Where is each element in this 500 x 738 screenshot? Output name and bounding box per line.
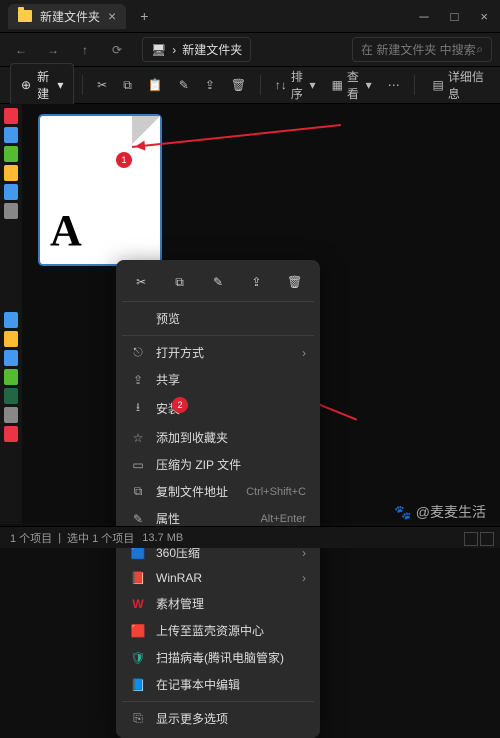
sort-button[interactable]: ↑↓排序▾: [269, 64, 322, 106]
pc-icon: 🖥: [151, 43, 166, 57]
status-selected: 选中 1 个项目: [67, 530, 134, 546]
cut-button[interactable]: ✂: [91, 74, 113, 96]
tab-close-icon[interactable]: ×: [108, 8, 116, 24]
address-bar: ← → ↑ ⟳ 🖥 › 新建文件夹 在 新建文件夹 中搜索 ⌕: [0, 32, 500, 66]
menu-item-share[interactable]: ⇪共享: [122, 366, 314, 393]
menu-item-openwith[interactable]: ⎋打开方式›: [122, 339, 314, 366]
context-quick-actions: ✂ ⧉ ✎ ⇪ 🗑: [122, 266, 314, 298]
annotation-badge-2: 2: [172, 397, 188, 413]
breadcrumb[interactable]: 🖥 › 新建文件夹: [142, 37, 251, 62]
view-mode-buttons[interactable]: [464, 532, 494, 546]
menu-item-copypath[interactable]: ⧉复制文件地址Ctrl+Shift+C: [122, 478, 314, 505]
menu-item-winrar[interactable]: 📕WinRAR›: [122, 566, 314, 590]
page-fold-icon: [132, 116, 160, 144]
copy-button[interactable]: ⧉: [117, 74, 138, 97]
status-items: 1 个项目: [10, 530, 52, 546]
details-button[interactable]: ▤详细信息: [427, 64, 490, 106]
sidebar: [0, 104, 22, 524]
toolbar: ⊕ 新建 ▾ ✂ ⧉ 📋 ✎ ⇪ 🗑 ↑↓排序▾ ▦查看▾ ⋯ ▤详细信息: [0, 66, 500, 104]
view-button[interactable]: ▦查看▾: [326, 64, 378, 106]
menu-item-sucai[interactable]: W素材管理: [122, 590, 314, 617]
ctx-delete-icon[interactable]: 🗑: [281, 270, 309, 294]
share-button[interactable]: ⇪: [199, 74, 221, 96]
menu-item-upload[interactable]: 🟥上传至蓝壳资源中心: [122, 617, 314, 644]
search-icon: ⌕: [476, 42, 483, 57]
ctx-rename-icon[interactable]: ✎: [204, 270, 232, 294]
search-placeholder: 在 新建文件夹 中搜索: [361, 41, 476, 58]
up-button[interactable]: ↑: [72, 37, 98, 63]
rename-button[interactable]: ✎: [173, 74, 195, 96]
ctx-copy-icon[interactable]: ⧉: [166, 270, 194, 294]
close-button[interactable]: ×: [476, 7, 492, 26]
tab-add-icon[interactable]: +: [140, 8, 148, 24]
status-bar: 1 个项目 | 选中 1 个项目 13.7 MB: [0, 526, 500, 548]
context-menu: ✂ ⧉ ✎ ⇪ 🗑 预览 ⎋打开方式› ⇪共享 ⭳安装 2 ☆添加到收藏夹 ▭压…: [116, 260, 320, 738]
forward-button[interactable]: →: [40, 37, 66, 63]
maximize-button[interactable]: □: [447, 7, 463, 26]
menu-item-preview[interactable]: 预览: [122, 305, 314, 332]
folder-icon: [18, 10, 32, 22]
plus-icon: ⊕: [21, 78, 31, 92]
ctx-cut-icon[interactable]: ✂: [127, 270, 155, 294]
paste-button[interactable]: 📋: [142, 74, 169, 96]
menu-item-scan[interactable]: 🛡扫描病毒(腾讯电脑管家): [122, 644, 314, 671]
tab-active[interactable]: 新建文件夹 ×: [8, 4, 126, 29]
main: A 1 ✂ ⧉ ✎ ⇪ 🗑 预览 ⎋打开方式› ⇪共享 ⭳安装 2 ☆添加到收藏…: [0, 104, 500, 524]
menu-item-more[interactable]: ⎘显示更多选项: [122, 705, 314, 732]
search-input[interactable]: 在 新建文件夹 中搜索 ⌕: [352, 37, 492, 62]
window-controls: ─ □ ×: [415, 7, 492, 26]
font-file-item[interactable]: A 1: [40, 116, 160, 264]
watermark: 🐾 @麦麦生活: [394, 502, 486, 522]
annotation-badge-1: 1: [116, 152, 132, 168]
content-area[interactable]: A 1 ✂ ⧉ ✎ ⇪ 🗑 预览 ⎋打开方式› ⇪共享 ⭳安装 2 ☆添加到收藏…: [22, 104, 500, 524]
paw-icon: 🐾: [394, 504, 411, 521]
menu-item-zip[interactable]: ▭压缩为 ZIP 文件: [122, 451, 314, 478]
tab-title: 新建文件夹: [40, 8, 100, 25]
delete-button[interactable]: 🗑: [225, 74, 252, 96]
chevron-down-icon: ▾: [57, 78, 63, 92]
menu-item-fav[interactable]: ☆添加到收藏夹: [122, 424, 314, 451]
annotation-arrow-1: [132, 124, 341, 148]
breadcrumb-folder: 新建文件夹: [182, 41, 242, 58]
back-button[interactable]: ←: [8, 37, 34, 63]
status-size: 13.7 MB: [142, 532, 183, 544]
menu-item-notepad[interactable]: 📘在记事本中编辑: [122, 671, 314, 698]
chevron-right-icon: ›: [172, 43, 176, 57]
refresh-button[interactable]: ⟳: [104, 37, 130, 63]
more-button[interactable]: ⋯: [382, 74, 406, 96]
minimize-button[interactable]: ─: [415, 7, 432, 26]
font-glyph: A: [50, 205, 82, 256]
ctx-share-icon[interactable]: ⇪: [242, 270, 270, 294]
titlebar: 新建文件夹 × + ─ □ ×: [0, 0, 500, 32]
menu-item-install[interactable]: ⭳安装 2: [122, 393, 314, 424]
new-button[interactable]: ⊕ 新建 ▾: [10, 63, 74, 107]
